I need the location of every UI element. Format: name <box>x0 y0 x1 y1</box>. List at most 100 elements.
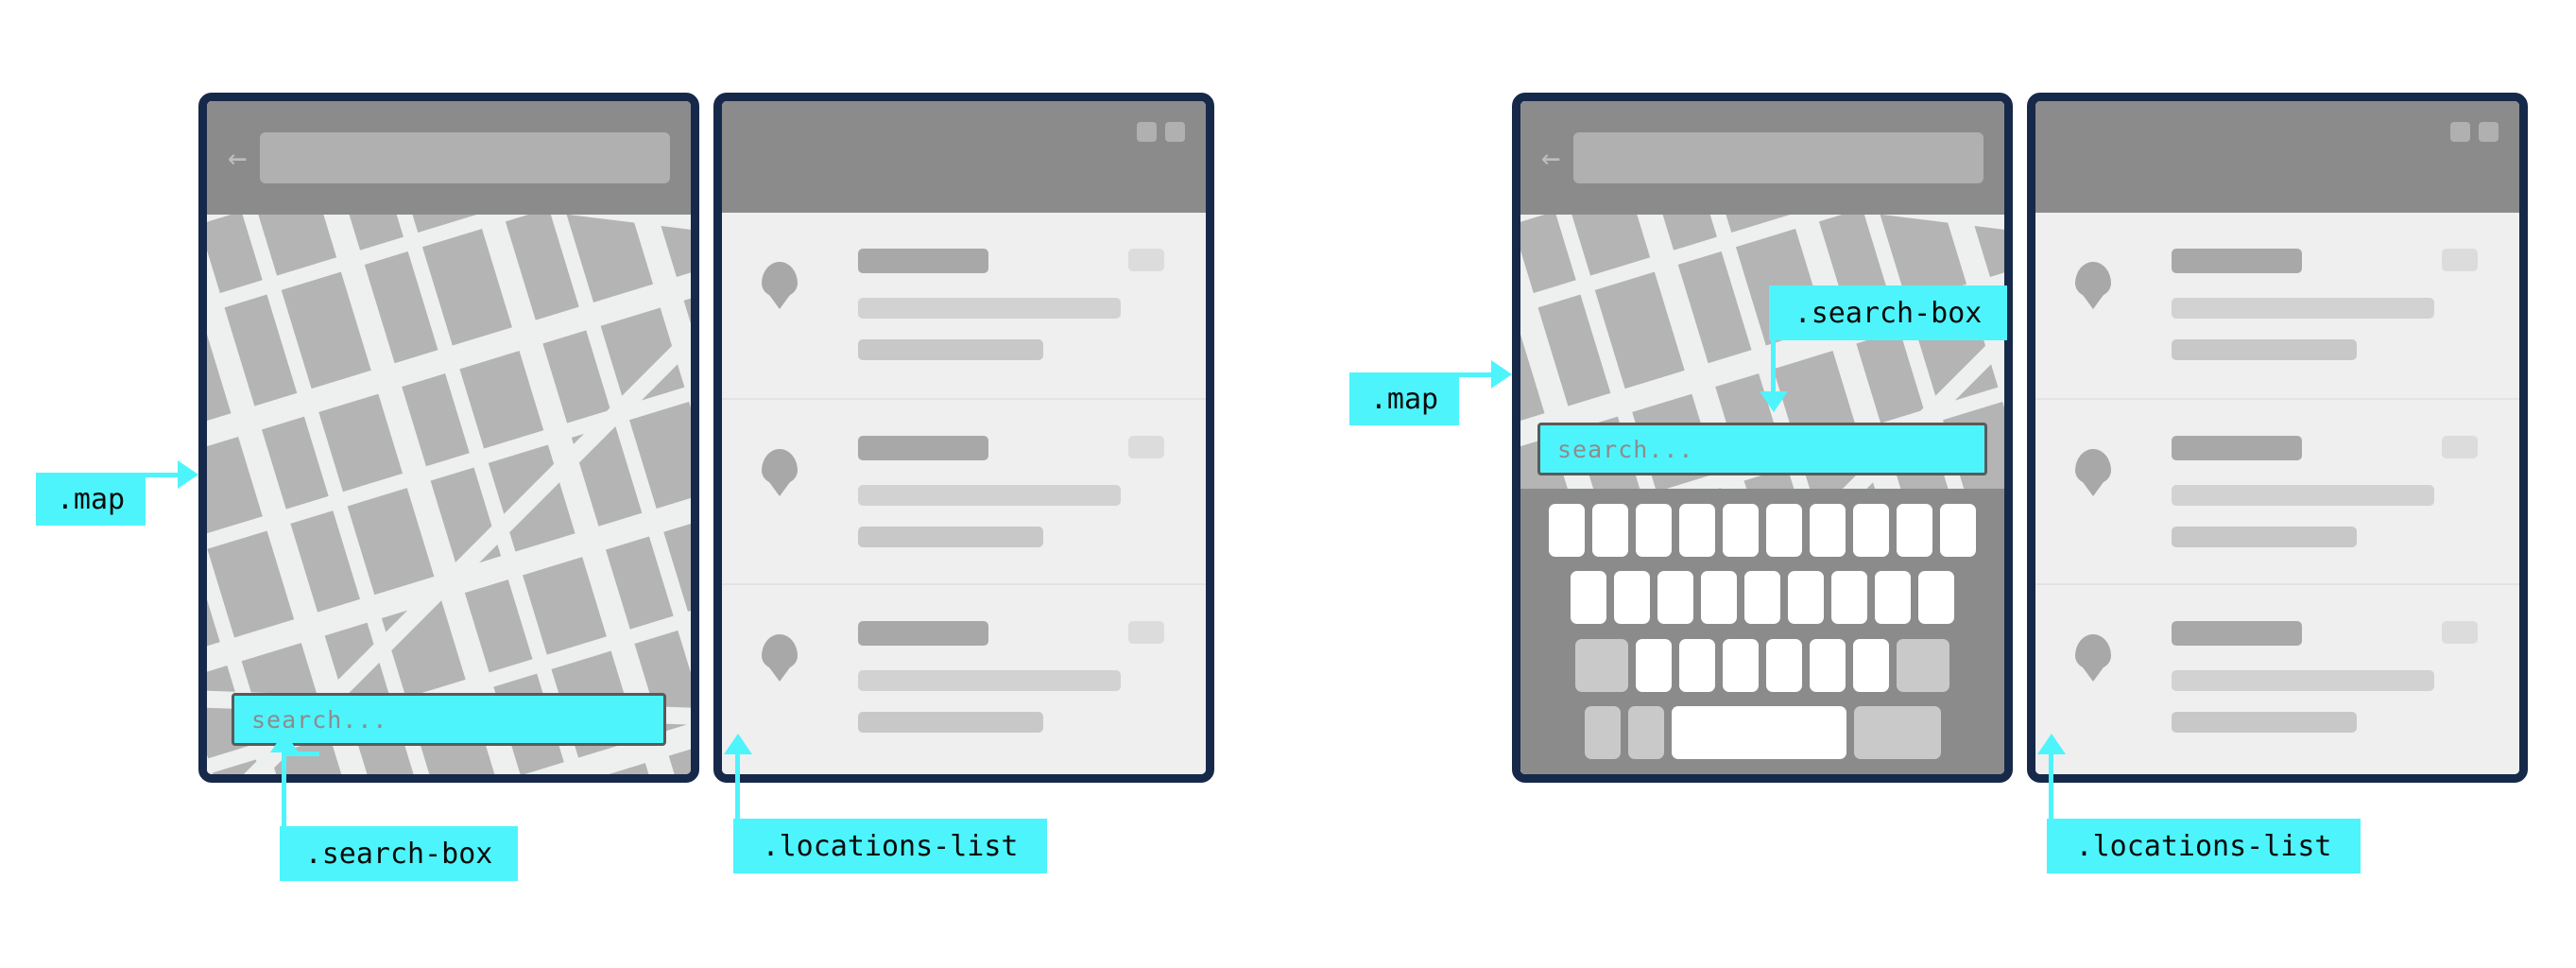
item-badge <box>1128 621 1164 644</box>
phone-screen <box>722 101 1206 774</box>
item-line-bar-2 <box>858 527 1043 547</box>
keyboard-key[interactable] <box>1766 503 1802 557</box>
annotation-arrow-up <box>724 734 752 754</box>
annotation-arrow-right <box>178 460 198 489</box>
keyboard-key[interactable] <box>1853 503 1889 557</box>
item-title-bar <box>2172 249 2302 273</box>
header-square-icon-2[interactable] <box>2479 122 2499 142</box>
keyboard-key[interactable] <box>1679 638 1715 692</box>
keyboard-key[interactable] <box>1636 638 1672 692</box>
keyboard-key[interactable] <box>1831 571 1867 625</box>
map-app-bar: ← <box>1520 101 2004 215</box>
map-app-bar: ← <box>207 101 691 215</box>
item-line-bar-1 <box>2172 298 2434 319</box>
map-pin-icon <box>762 449 798 485</box>
keyboard-key[interactable] <box>1549 503 1585 557</box>
phone-screen <box>2035 101 2519 774</box>
keyboard-key[interactable] <box>1679 503 1715 557</box>
keyboard-key[interactable] <box>1766 638 1802 692</box>
item-badge <box>1128 436 1164 458</box>
keyboard-key[interactable] <box>1897 503 1932 557</box>
keyboard-key[interactable] <box>1875 571 1911 625</box>
on-screen-keyboard[interactable] <box>1520 489 2004 774</box>
list-app-bar <box>2035 101 2519 213</box>
keyboard-key[interactable] <box>1853 638 1889 692</box>
item-line-bar-1 <box>2172 485 2434 506</box>
keyboard-key[interactable] <box>1918 571 1954 625</box>
locations-list[interactable] <box>2035 213 2519 774</box>
keyboard-row-2 <box>1530 564 1995 632</box>
keyboard-key[interactable] <box>1657 571 1693 625</box>
enter-key[interactable] <box>1853 706 1941 760</box>
shift-key[interactable] <box>1575 638 1628 692</box>
item-line-bar-1 <box>2172 670 2434 691</box>
app-bar-search-field[interactable] <box>1573 132 1984 183</box>
item-title-bar <box>858 621 988 646</box>
symbols-key[interactable] <box>1584 706 1621 760</box>
item-line-bar-1 <box>858 298 1121 319</box>
item-line-bar-2 <box>858 339 1043 360</box>
keyboard-row-3 <box>1530 631 1995 700</box>
annotation-arrow-down <box>1760 391 1788 412</box>
list-item[interactable] <box>722 398 1206 583</box>
annotation-map-right: .map <box>1349 372 1459 425</box>
keyboard-key[interactable] <box>1744 571 1780 625</box>
space-key[interactable] <box>1671 706 1846 760</box>
list-item[interactable] <box>2035 398 2519 583</box>
phone-map-default: ← search... <box>198 93 699 783</box>
keyboard-key[interactable] <box>1614 571 1650 625</box>
list-item[interactable] <box>722 213 1206 398</box>
annotation-arrow-right <box>1491 360 1512 389</box>
phone-screen: ← search... <box>207 101 691 774</box>
keyboard-key[interactable] <box>1810 638 1846 692</box>
search-box[interactable]: search... <box>1537 423 1987 475</box>
back-arrow-icon[interactable]: ← <box>1541 142 1560 174</box>
keyboard-key[interactable] <box>1701 571 1737 625</box>
phone-map-keyboard: ← search... <box>1512 93 2013 783</box>
header-square-icon-1[interactable] <box>2450 122 2470 142</box>
keyboard-key[interactable] <box>1636 503 1672 557</box>
header-square-icon-2[interactable] <box>1165 122 1185 142</box>
item-line-bar-2 <box>858 712 1043 733</box>
item-line-bar-1 <box>858 485 1121 506</box>
annotation-leader-line <box>735 754 740 821</box>
item-title-bar <box>858 436 988 460</box>
annotation-leader-line <box>2049 754 2053 821</box>
back-arrow-icon[interactable]: ← <box>228 142 247 174</box>
emoji-key[interactable] <box>1627 706 1664 760</box>
phone-locations-list-default <box>713 93 1214 783</box>
keyboard-key[interactable] <box>1723 638 1759 692</box>
keyboard-key[interactable] <box>1940 503 1976 557</box>
locations-list[interactable] <box>722 213 1206 774</box>
app-bar-search-field[interactable] <box>260 132 670 183</box>
annotation-map-left: .map <box>36 473 146 526</box>
map-pin-icon <box>762 262 798 298</box>
keyboard-row-4 <box>1530 700 1995 768</box>
list-app-bar <box>722 101 1206 213</box>
annotation-search-box-left: .search-box <box>280 826 518 881</box>
list-header-actions <box>1137 122 1185 142</box>
keyboard-key[interactable] <box>1571 571 1606 625</box>
header-square-icon-1[interactable] <box>1137 122 1157 142</box>
annotation-locations-list-left: .locations-list <box>733 819 1047 873</box>
list-item[interactable] <box>2035 213 2519 398</box>
item-line-bar-2 <box>2172 527 2357 547</box>
phone-locations-list-keyboard <box>2027 93 2528 783</box>
item-title-bar <box>858 249 988 273</box>
keyboard-key[interactable] <box>1592 503 1628 557</box>
item-badge <box>1128 249 1164 271</box>
keyboard-key[interactable] <box>1788 571 1824 625</box>
annotation-arrow-up <box>270 732 299 752</box>
map-pin-icon <box>2075 634 2111 670</box>
keyboard-key[interactable] <box>1723 503 1759 557</box>
keyboard-key[interactable] <box>1810 503 1846 557</box>
annotation-leader-line <box>282 756 286 828</box>
phone-screen: ← search... <box>1520 101 2004 774</box>
keyboard-row-1 <box>1530 496 1995 564</box>
backspace-key[interactable] <box>1897 638 1949 692</box>
search-placeholder: search... <box>251 705 388 734</box>
item-badge <box>2442 621 2478 644</box>
list-item[interactable] <box>2035 583 2519 769</box>
item-title-bar <box>2172 621 2302 646</box>
list-item[interactable] <box>722 583 1206 769</box>
